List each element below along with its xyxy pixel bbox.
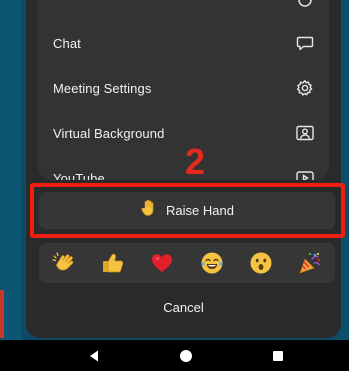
more-options-sheet: Chat Meeting Settings Virtual Background (26, 0, 341, 338)
back-icon (90, 350, 98, 362)
reaction-celebrate[interactable] (295, 248, 325, 278)
menu-item-youtube-label: YouTube (53, 170, 105, 181)
annotation-highlight-box (30, 183, 345, 238)
reaction-heart[interactable] (147, 248, 177, 278)
reactions-bar (39, 243, 335, 283)
recents-icon (273, 351, 283, 361)
red-heart-icon (152, 254, 173, 272)
nav-back-button[interactable] (84, 346, 104, 366)
menu-item-partially-hidden[interactable] (38, 0, 329, 22)
android-navigation-bar (0, 340, 349, 371)
portrait-icon (295, 123, 315, 143)
reaction-wow[interactable] (246, 248, 276, 278)
menu-item-virtual-background[interactable]: Virtual Background (38, 111, 329, 155)
cancel-button[interactable]: Cancel (26, 292, 341, 322)
reaction-thumbs-up[interactable] (98, 248, 128, 278)
nav-recents-button[interactable] (268, 346, 288, 366)
surprised-face-icon (250, 252, 272, 274)
reaction-clap[interactable] (49, 248, 79, 278)
home-icon (180, 350, 192, 362)
partial-icon (295, 0, 315, 10)
chat-bubble-icon (295, 33, 315, 53)
tears-of-joy-icon (201, 252, 223, 274)
more-menu-card: Chat Meeting Settings Virtual Background (38, 0, 329, 180)
thumbs-up-icon (103, 253, 124, 273)
nav-home-button[interactable] (176, 346, 196, 366)
annotation-step-number: 2 (185, 141, 206, 182)
background-meeting-view (0, 0, 22, 340)
menu-item-virtual-background-label: Virtual Background (53, 125, 165, 141)
menu-item-chat-label: Chat (53, 35, 81, 51)
menu-item-meeting-settings[interactable]: Meeting Settings (38, 66, 329, 110)
background-red-element (0, 290, 4, 338)
clapping-hands-icon (52, 252, 74, 271)
menu-item-youtube[interactable]: YouTube (38, 156, 329, 180)
menu-item-chat[interactable]: Chat (38, 21, 329, 65)
reaction-laugh[interactable] (197, 248, 227, 278)
menu-item-meeting-settings-label: Meeting Settings (53, 80, 152, 96)
party-popper-icon (299, 252, 321, 274)
gear-icon (295, 78, 315, 98)
youtube-icon (295, 168, 315, 180)
